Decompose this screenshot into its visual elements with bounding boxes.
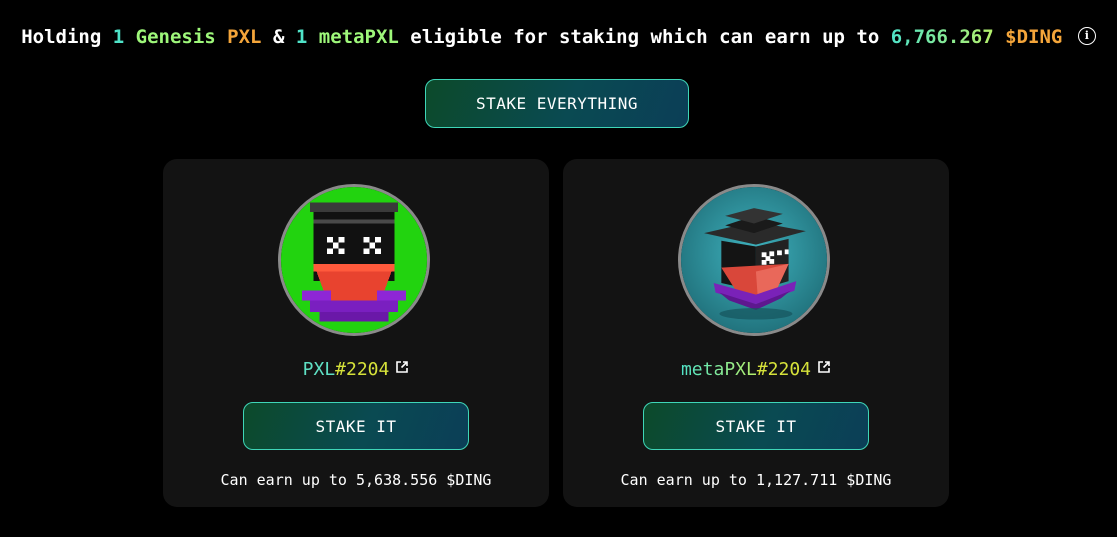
nft-name: PXL#2204 bbox=[163, 359, 549, 381]
nft-card-metapxl: metaPXL#2204 STAKE IT Can earn up to 1,1… bbox=[563, 159, 949, 507]
earn-estimate: Can earn up to 1,127.711 $DING bbox=[620, 471, 892, 489]
stake-it-button[interactable]: STAKE IT bbox=[243, 402, 469, 450]
meta-count: 1 bbox=[295, 26, 308, 48]
amp: & bbox=[272, 26, 285, 48]
stake-it-button[interactable]: STAKE IT bbox=[643, 402, 869, 450]
external-link-icon[interactable] bbox=[817, 358, 831, 379]
genesis-label: Genesis bbox=[135, 26, 216, 48]
earn-amount: 6,766.267 bbox=[890, 26, 994, 48]
nft-name-number: #2204 bbox=[335, 359, 390, 380]
nft-name: metaPXL#2204 bbox=[563, 359, 949, 381]
nft-name-prefix: PXL bbox=[302, 359, 336, 380]
meta-label: metaPXL bbox=[318, 26, 399, 48]
nft-name-prefix: metaPXL bbox=[680, 359, 757, 380]
nft-name-number: #2204 bbox=[756, 359, 812, 380]
pxl-avatar[interactable] bbox=[278, 184, 430, 336]
metapxl-avatar[interactable] bbox=[678, 184, 830, 336]
staking-summary: Holding 1 Genesis PXL & 1 metaPXL eligib… bbox=[0, 26, 1117, 48]
summary-mid-text: eligible for staking which can earn up t… bbox=[410, 26, 880, 48]
token-label: $DING bbox=[1005, 26, 1063, 48]
info-icon[interactable]: i bbox=[1077, 26, 1096, 45]
external-link-icon[interactable] bbox=[395, 358, 409, 379]
nft-card-pxl: PXL#2204 STAKE IT Can earn up to 5,638.5… bbox=[163, 159, 549, 507]
stake-everything-button[interactable]: STAKE EVERYTHING bbox=[425, 79, 689, 128]
earn-estimate: Can earn up to 5,638.556 $DING bbox=[220, 471, 492, 489]
genesis-count: 1 bbox=[112, 26, 125, 48]
pxl-label: PXL bbox=[227, 26, 262, 48]
summary-prefix: Holding bbox=[21, 26, 102, 48]
